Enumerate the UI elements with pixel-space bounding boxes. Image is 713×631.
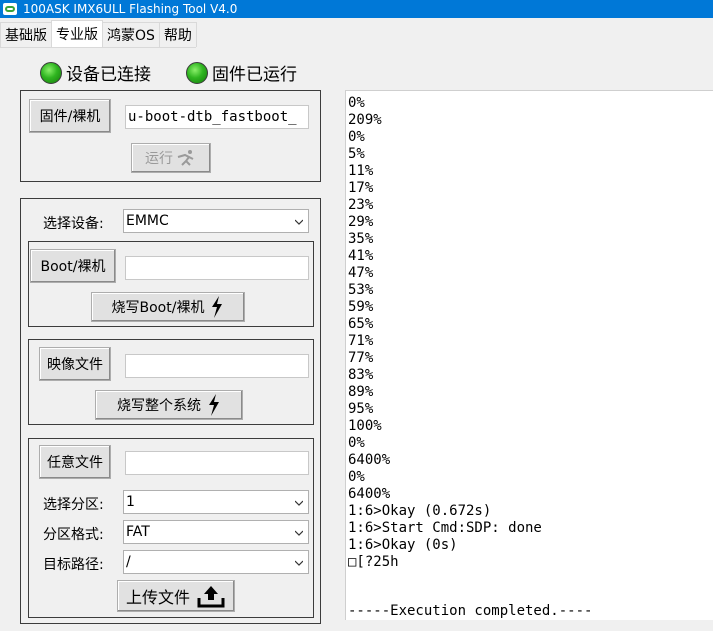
upload-file-label: 上传文件 <box>125 588 190 607</box>
log-line: 29% <box>348 214 374 230</box>
log-line: 65% <box>348 316 374 332</box>
device-select-value: EMMC <box>126 213 169 229</box>
running-man-icon <box>177 150 194 166</box>
log-line: 1:6>Okay (0s) <box>348 537 458 553</box>
target-path-select-value: / <box>126 554 131 570</box>
log-line: 0% <box>348 95 365 111</box>
chevron-down-icon <box>295 219 303 225</box>
log-line: 77% <box>348 350 374 366</box>
image-subgroup: 映像文件 烧写整个系统 <box>28 339 314 425</box>
log-line: 1:6>Start Cmd:SDP: done <box>348 520 542 536</box>
tab-harmonyos[interactable]: 鸿蒙OS <box>102 22 160 47</box>
tab-pro[interactable]: 专业版 <box>51 20 103 47</box>
firmware-status-led-icon <box>186 61 208 84</box>
upload-file-button[interactable]: 上传文件 <box>117 580 235 612</box>
device-status: 设备已连接 <box>40 60 151 85</box>
firmware-status-label: 固件已运行 <box>212 65 297 85</box>
chevron-down-icon <box>295 500 303 506</box>
tab-help[interactable]: 帮助 <box>158 22 197 47</box>
log-line: 95% <box>348 401 374 417</box>
run-button-label: 运行 <box>145 151 173 167</box>
tab-basic[interactable]: 基础版 <box>0 22 52 47</box>
target-path-label: 目标路径: <box>43 557 104 573</box>
tab-bar: 基础版 专业版 鸿蒙OS 帮助 <box>0 20 197 48</box>
burn-boot-label: 烧写Boot/裸机 <box>111 300 205 316</box>
log-line: 89% <box>348 384 374 400</box>
chevron-down-icon <box>295 530 303 536</box>
log-line: 6400% <box>348 486 391 502</box>
any-file-button[interactable]: 任意文件 <box>39 445 111 479</box>
log-line: 17% <box>348 180 374 196</box>
format-select-value: FAT <box>126 524 150 540</box>
log-final-line: -----Execution completed.---- <box>348 603 593 619</box>
log-line: 5% <box>348 146 365 162</box>
log-line: 41% <box>348 248 374 264</box>
partition-select-value: 1 <box>126 494 135 510</box>
device-status-label: 设备已连接 <box>66 65 151 85</box>
target-path-select[interactable]: / <box>123 550 309 574</box>
format-select[interactable]: FAT <box>123 520 309 544</box>
partition-label: 选择分区: <box>43 497 104 513</box>
any-file-field[interactable] <box>125 451 309 475</box>
lightning-icon <box>212 296 223 318</box>
log-line: 209% <box>348 112 382 128</box>
any-file-subgroup: 任意文件 选择分区: 1 分区格式: FAT 目标路径: / 上传文件 <box>28 438 314 618</box>
device-group: 选择设备: EMMC Boot/裸机 烧写Boot/裸机 映像文件 烧写整个系统… <box>20 198 321 624</box>
firmware-group: 固件/裸机 u-boot-dtb_fastboot_ 运行 <box>20 90 321 182</box>
log-line: 1:6>Okay (0.672s) <box>348 503 492 519</box>
select-device-label: 选择设备: <box>43 216 104 232</box>
firmware-status: 固件已运行 <box>186 60 297 85</box>
firmware-file-field[interactable]: u-boot-dtb_fastboot_ <box>125 105 309 129</box>
device-select[interactable]: EMMC <box>123 209 309 233</box>
partition-select[interactable]: 1 <box>123 490 309 514</box>
title-bar: 100ASK IMX6ULL Flashing Tool V4.0 <box>0 0 713 18</box>
log-output[interactable]: 0% 209% 0% 5% 11% 17% 23% 29% 35% 41% 47% 53% 59% 65%… <box>345 90 713 620</box>
log-line: 0% <box>348 469 365 485</box>
boot-file-field[interactable] <box>125 256 309 280</box>
log-line: 71% <box>348 333 374 349</box>
format-label: 分区格式: <box>43 527 104 543</box>
log-line: 53% <box>348 282 374 298</box>
image-file-field[interactable] <box>125 354 309 378</box>
burn-boot-button[interactable]: 烧写Boot/裸机 <box>91 292 245 322</box>
window-title: 100ASK IMX6ULL Flashing Tool V4.0 <box>23 2 238 16</box>
boot-subgroup: Boot/裸机 烧写Boot/裸机 <box>28 241 314 327</box>
log-line: 47% <box>348 265 374 281</box>
boot-file-button[interactable]: Boot/裸机 <box>30 249 116 283</box>
log-line: 59% <box>348 299 374 315</box>
image-file-button[interactable]: 映像文件 <box>39 347 111 381</box>
upload-icon <box>197 586 225 608</box>
log-line: 11% <box>348 163 374 179</box>
log-line: □[?25h <box>348 554 399 570</box>
device-status-led-icon <box>40 61 62 84</box>
app-icon <box>3 3 17 15</box>
burn-system-label: 烧写整个系统 <box>117 398 201 414</box>
lightning-icon <box>209 394 219 416</box>
firmware-file-button[interactable]: 固件/裸机 <box>29 99 111 133</box>
log-line: 0% <box>348 129 365 145</box>
log-line: 35% <box>348 231 374 247</box>
log-line: 23% <box>348 197 374 213</box>
log-line: 83% <box>348 367 374 383</box>
log-line: 100% <box>348 418 382 434</box>
burn-system-button[interactable]: 烧写整个系统 <box>95 390 243 420</box>
run-button[interactable]: 运行 <box>131 143 211 173</box>
log-line: 0% <box>348 435 365 451</box>
log-line: 6400% <box>348 452 391 468</box>
chevron-down-icon <box>295 560 303 566</box>
